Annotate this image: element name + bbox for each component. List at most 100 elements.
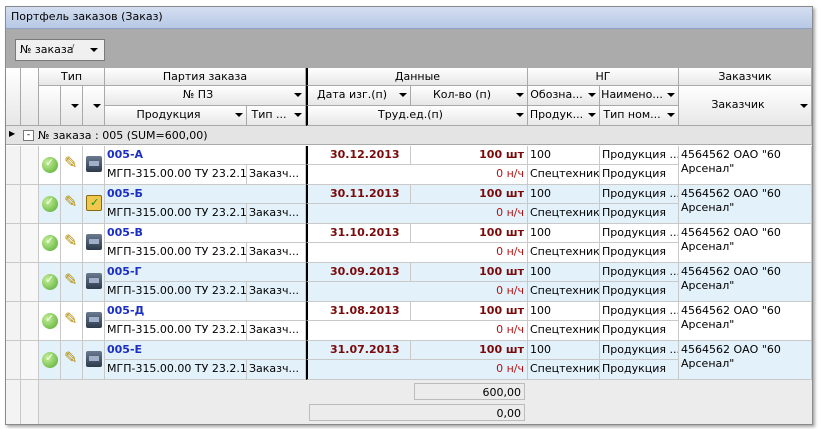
ng-product-cell[interactable]: Спецтехника [528,165,600,185]
labor-cell[interactable]: 0 н/ч [306,321,528,341]
chevron-down-icon[interactable] [233,108,244,122]
product-cell[interactable]: МГП-315.00.00 ТУ 23.2.1... [105,165,247,185]
edit-cell[interactable] [61,302,83,341]
product-cell[interactable]: МГП-315.00.00 ТУ 23.2.1... [105,321,247,341]
ng-code-cell[interactable]: 100 [528,146,600,165]
chevron-down-icon[interactable] [88,43,99,57]
row-indicator[interactable] [6,263,21,302]
collapse-group-button[interactable]: - [23,130,34,141]
edit-cell[interactable] [61,224,83,263]
header-ng-product[interactable]: Продук... [528,106,600,126]
ng-type-cell[interactable]: Продукция [600,204,679,224]
date-cell[interactable]: 31.08.2013 [306,302,411,321]
edit-pencil-icon[interactable] [64,348,80,367]
status-cell[interactable] [39,341,61,380]
ng-product-cell[interactable]: Спецтехника [528,360,600,380]
date-cell[interactable]: 31.10.2013 [306,224,411,243]
edit-pencil-icon[interactable] [64,270,80,289]
order-number-cell[interactable]: 005-А [105,146,306,165]
order-number-cell[interactable]: 005-Б [105,185,306,204]
labor-cell[interactable]: 0 н/ч [306,282,528,302]
kind-cell[interactable] [83,263,105,302]
status-cell[interactable] [39,302,61,341]
chevron-down-icon[interactable] [586,88,597,102]
header-ng-code[interactable]: Обозна... [528,86,600,106]
row-indicator[interactable] [6,185,21,224]
product-cell[interactable]: МГП-315.00.00 ТУ 23.2.1... [105,243,247,263]
ng-name-cell[interactable]: Продукция ... [600,341,679,360]
chevron-down-icon[interactable] [514,108,525,122]
chevron-down-icon[interactable] [69,99,80,113]
order-number-cell[interactable]: 005-Е [105,341,306,360]
customer-cell[interactable]: 4564562 ОАО "60 Арсенал" [679,302,812,341]
kind-cell[interactable] [83,341,105,380]
kind-cell[interactable] [83,185,105,224]
ng-code-cell[interactable]: 100 [528,263,600,282]
header-status-col[interactable] [39,86,61,126]
chevron-down-icon[interactable] [665,108,676,122]
ng-type-cell[interactable]: Продукция [600,282,679,302]
ng-type-cell[interactable]: Продукция [600,243,679,263]
chevron-down-icon[interactable] [665,88,676,102]
ng-product-cell[interactable]: Спецтехника [528,204,600,224]
order-number-cell[interactable]: 005-Д [105,302,306,321]
ng-name-cell[interactable]: Продукция ... [600,224,679,243]
chevron-down-icon[interactable] [798,99,809,113]
band-ng[interactable]: НГ [528,68,679,86]
ng-name-cell[interactable]: Продукция ... [600,146,679,165]
band-type[interactable]: Тип [39,68,105,86]
kind-cell[interactable] [83,224,105,263]
header-date[interactable]: Дата изг.(п) [306,86,411,106]
date-cell[interactable]: 30.11.2013 [306,185,411,204]
labor-cell[interactable]: 0 н/ч [306,165,528,185]
edit-pencil-icon[interactable] [64,231,80,250]
customer-cell[interactable]: 4564562 ОАО "60 Арсенал" [679,263,812,302]
edit-cell[interactable] [61,185,83,224]
customer-cell[interactable]: 4564562 ОАО "60 Арсенал" [679,185,812,224]
group-row[interactable]: ▶ - № заказа : 005 (SUM=600,00) [6,126,812,145]
product-cell[interactable]: МГП-315.00.00 ТУ 23.2.1... [105,360,247,380]
edit-pencil-icon[interactable] [64,309,80,328]
type2-cell[interactable]: Заказч... [247,282,306,302]
ng-type-cell[interactable]: Продукция [600,165,679,185]
order-number-cell[interactable]: 005-Г [105,263,306,282]
header-kind-col[interactable] [83,86,105,126]
ng-type-cell[interactable]: Продукция [600,360,679,380]
ng-code-cell[interactable]: 100 [528,224,600,243]
ng-code-cell[interactable]: 100 [528,302,600,321]
ng-name-cell[interactable]: Продукция ... [600,185,679,204]
customer-cell[interactable]: 4564562 ОАО "60 Арсенал" [679,146,812,185]
ng-name-cell[interactable]: Продукция ... [600,263,679,282]
row-indicator[interactable] [6,302,21,341]
row-indicator[interactable] [6,224,21,263]
type2-cell[interactable]: Заказч... [247,165,306,185]
ng-type-cell[interactable]: Продукция [600,321,679,341]
chevron-down-icon[interactable] [586,108,597,122]
customer-cell[interactable]: 4564562 ОАО "60 Арсенал" [679,341,812,380]
ng-name-cell[interactable]: Продукция ... [600,302,679,321]
qty-cell[interactable]: 100 шт [411,224,528,243]
kind-cell[interactable] [83,146,105,185]
qty-cell[interactable]: 100 шт [411,341,528,360]
edit-cell[interactable] [61,263,83,302]
edit-pencil-icon[interactable] [64,153,80,172]
band-batch[interactable]: Партия заказа [105,68,306,86]
status-cell[interactable] [39,224,61,263]
qty-cell[interactable]: 100 шт [411,302,528,321]
date-cell[interactable]: 31.07.2013 [306,341,411,360]
product-cell[interactable]: МГП-315.00.00 ТУ 23.2.1... [105,282,247,302]
row-indicator[interactable] [6,341,21,380]
header-customer[interactable]: Заказчик [679,86,812,126]
chevron-down-icon[interactable] [397,88,408,102]
ng-code-cell[interactable]: 100 [528,341,600,360]
ng-code-cell[interactable]: 100 [528,185,600,204]
edit-cell[interactable] [61,146,83,185]
labor-cell[interactable]: 0 н/ч [306,360,528,380]
header-order-number[interactable]: № ПЗ [105,86,306,106]
qty-cell[interactable]: 100 шт [411,263,528,282]
type2-cell[interactable]: Заказч... [247,243,306,263]
date-cell[interactable]: 30.09.2013 [306,263,411,282]
edit-cell[interactable] [61,341,83,380]
type2-cell[interactable]: Заказч... [247,321,306,341]
chevron-down-icon[interactable] [91,99,102,113]
